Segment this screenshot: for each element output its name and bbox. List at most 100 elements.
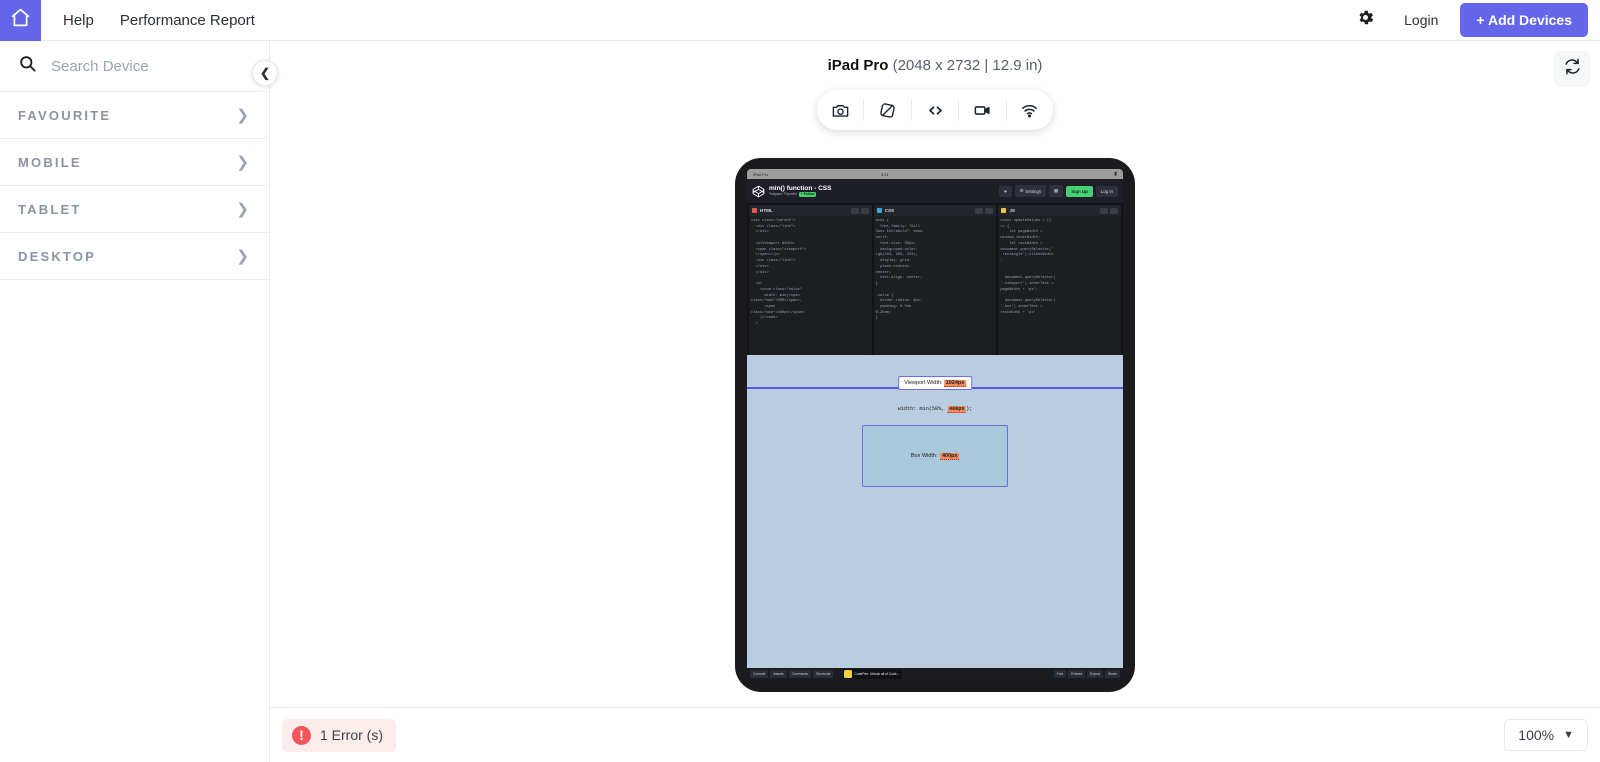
chevron-left-icon: ❮: [259, 66, 271, 80]
console-button[interactable]: Console: [750, 669, 769, 678]
error-count-label: 1 Error (s): [320, 727, 383, 743]
codepen-header: min() function - CSS Satyam Tripathi + F…: [747, 179, 1123, 203]
promo-icon: [844, 669, 853, 678]
pane-collapse-icon[interactable]: [985, 207, 994, 214]
chevron-down-icon: ▼: [1563, 729, 1574, 741]
pen-author: Satyam Tripathi: [769, 191, 797, 197]
screenshot-icon[interactable]: [817, 99, 865, 121]
width-rule-text: width: min(50%, 400px);: [897, 406, 973, 413]
error-badge[interactable]: ! 1 Error (s): [282, 718, 396, 752]
sidebar-item-desktop[interactable]: DESKTOP ❯: [0, 233, 269, 280]
viewport-width-label: Viewport Width:: [904, 380, 943, 386]
sidebar-item-tablet[interactable]: TABLET ❯: [0, 186, 269, 233]
zoom-select[interactable]: 100% ▼: [1504, 719, 1588, 751]
sidebar-item-label: DESKTOP: [18, 248, 97, 264]
chevron-right-icon: ❯: [236, 153, 249, 171]
network-throttle-icon[interactable]: [1007, 99, 1053, 121]
nav-link-help[interactable]: Help: [63, 12, 94, 29]
pen-settings-button[interactable]: ⚙ Settings: [1014, 185, 1047, 197]
pane-lang-label: CSS: [884, 208, 895, 213]
pane-settings-icon[interactable]: [1100, 207, 1109, 214]
pane-collapse-icon[interactable]: [1110, 207, 1119, 214]
chevron-right-icon: ❯: [236, 247, 249, 265]
search-icon: [18, 54, 37, 78]
viewport-width-value: 1024px: [944, 380, 966, 387]
share-button[interactable]: Share: [1104, 669, 1120, 678]
sidebar-item-favourite[interactable]: FAVOURITE ❯: [0, 92, 269, 139]
home-button[interactable]: [0, 0, 41, 41]
pane-settings-icon[interactable]: [850, 207, 859, 214]
pane-header-actions: [1100, 207, 1119, 214]
settings-button[interactable]: [1348, 3, 1382, 37]
ios-status-bar: iPad Pro 9:41 ▮: [747, 169, 1123, 179]
rotate-icon[interactable]: [864, 99, 912, 121]
width-rule-suffix: );: [966, 406, 973, 412]
refresh-icon: [1563, 57, 1582, 81]
search-input[interactable]: [51, 57, 241, 75]
rectangle-box: Box Width: 400px: [862, 425, 1008, 487]
home-icon: [10, 7, 31, 33]
login-link[interactable]: Login: [1404, 12, 1438, 28]
comments-button[interactable]: Comments: [788, 669, 812, 678]
gear-icon: [1356, 8, 1375, 32]
fork-button[interactable]: Fork: [1053, 669, 1067, 678]
pane-collapse-icon[interactable]: [860, 207, 869, 214]
pane-header: CSS: [873, 205, 997, 216]
device-spec: (2048 x 2732 | 12.9 in): [892, 57, 1043, 74]
width-rule-prefix: width: min(50%,: [897, 406, 948, 412]
chevron-right-icon: ❯: [236, 200, 249, 218]
log-in-button[interactable]: Log In: [1095, 185, 1118, 197]
sidebar-item-mobile[interactable]: MOBILE ❯: [0, 139, 269, 186]
pane-header-actions: [850, 207, 869, 214]
embed-button[interactable]: Embed: [1068, 669, 1086, 678]
error-icon: !: [292, 725, 311, 745]
codepen-footer: Console Assets Comments Shortcuts CodePe…: [747, 668, 1123, 679]
refresh-button[interactable]: [1554, 51, 1590, 87]
html-lang-icon: [752, 208, 757, 213]
record-video-icon[interactable]: [959, 99, 1007, 121]
save-icon[interactable]: ▦: [1049, 185, 1064, 197]
pane-header: JS: [998, 205, 1122, 216]
device-canvas: iPad Pro (2048 x 2732 | 12.9 in) iPad Pr…: [270, 41, 1600, 707]
device-toolbar: [817, 90, 1053, 130]
code-js[interactable]: const updateValues = () => { let pageWid…: [998, 216, 1121, 355]
nav-link-performance-report[interactable]: Performance Report: [120, 12, 255, 29]
pane-lang-label: JS: [1009, 208, 1015, 213]
codepen-editors: HTML <div class="parent"> <div class="li…: [747, 203, 1123, 355]
follow-button[interactable]: + Follow: [798, 192, 817, 198]
editor-pane-html: HTML <div class="parent"> <div class="li…: [749, 205, 872, 355]
editor-pane-js: JS const updateValues = () => { let page…: [998, 205, 1122, 355]
export-button[interactable]: Export: [1087, 669, 1103, 678]
inspect-code-icon[interactable]: [912, 99, 960, 121]
css-lang-icon: [876, 208, 882, 213]
sign-up-button[interactable]: Sign Up: [1066, 185, 1093, 197]
device-frame: iPad Pro 9:41 ▮ min() function - CSS Sat…: [735, 158, 1135, 692]
assets-button[interactable]: Assets: [770, 669, 787, 678]
code-css[interactable]: body { font-family: "Gill Sans Extrabold…: [874, 216, 997, 355]
device-preview: iPad Pro 9:41 ▮ min() function - CSS Sat…: [735, 158, 1135, 692]
pane-settings-icon[interactable]: [975, 207, 984, 214]
sidebar-collapse-button[interactable]: ❮: [252, 60, 278, 86]
code-html[interactable]: <div class="parent"> <div class="line"> …: [749, 216, 872, 355]
shortcuts-button[interactable]: Shortcuts: [813, 669, 834, 678]
sidebar: FAVOURITE ❯ MOBILE ❯ TABLET ❯ DESKTOP ❯: [0, 41, 270, 762]
promo-text: CodePen: Unlock all of Code...: [854, 671, 900, 676]
codepen-preview[interactable]: Viewport Width: 1024px width: min(50%, 4…: [747, 355, 1123, 668]
add-devices-button[interactable]: + Add Devices: [1460, 3, 1588, 37]
codepen-actions: ♥ ⚙ Settings ▦ Sign Up Log In: [999, 185, 1118, 197]
gear-icon: ⚙: [1019, 188, 1024, 193]
top-bar: Help Performance Report Login + Add Devi…: [0, 0, 1600, 41]
js-lang-icon: [1001, 208, 1007, 213]
width-rule-min-value: 400px: [947, 406, 967, 413]
viewport-width-readout: Viewport Width: 1024px: [898, 376, 972, 390]
device-name: iPad Pro: [827, 57, 889, 74]
pen-author-row: Satyam Tripathi + Follow: [769, 191, 831, 198]
status-time: 9:41: [881, 171, 889, 177]
page-title: iPad Pro (2048 x 2732 | 12.9 in): [270, 57, 1600, 74]
codepen-logo-icon: [752, 185, 765, 198]
pane-header-actions: [975, 207, 994, 214]
heart-icon[interactable]: ♥: [999, 185, 1012, 197]
promo-banner[interactable]: CodePen: Unlock all of Code...: [843, 668, 903, 679]
device-screen[interactable]: iPad Pro 9:41 ▮ min() function - CSS Sat…: [747, 169, 1123, 679]
status-bar: ! 1 Error (s) 100% ▼: [270, 707, 1600, 762]
